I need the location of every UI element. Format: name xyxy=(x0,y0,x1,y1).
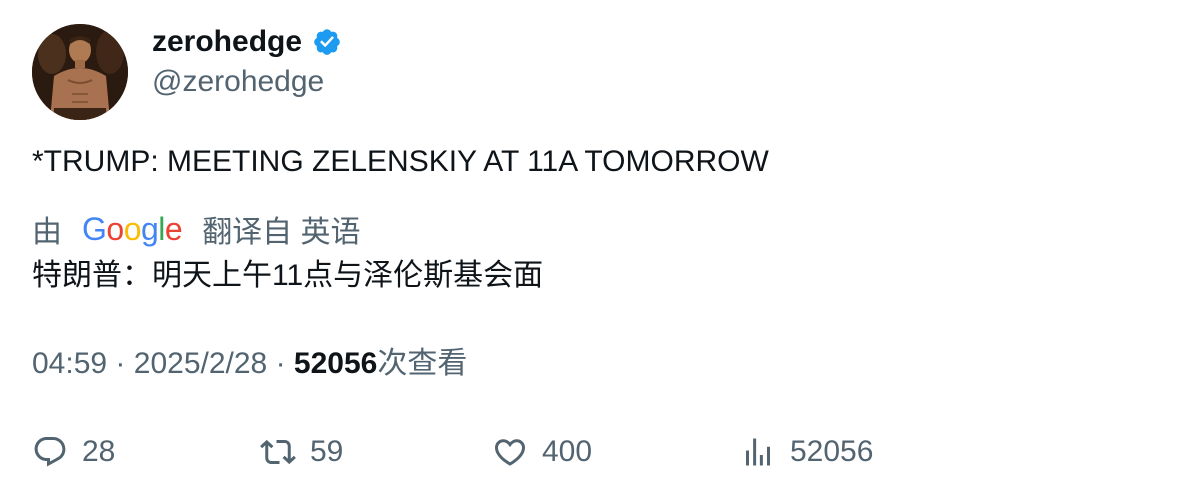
author-display-name-row[interactable]: zerohedge xyxy=(152,22,342,62)
reply-button[interactable]: 28 xyxy=(32,430,115,474)
like-count: 400 xyxy=(542,435,593,468)
tweet-text: *TRUMP: MEETING ZELENSKIY AT 11A TOMORRO… xyxy=(32,145,769,178)
tweet-date[interactable]: 2025/2/28 xyxy=(134,347,267,380)
reply-icon xyxy=(34,437,66,467)
meta-separator: · xyxy=(115,347,126,380)
views-label: 次查看 xyxy=(377,347,468,380)
retweet-button[interactable]: 59 xyxy=(260,430,343,474)
meta-separator: · xyxy=(275,347,286,380)
reply-count: 28 xyxy=(82,435,116,468)
tweet-meta: 04:59 · 2025/2/28 · 52056次查看 xyxy=(32,344,467,384)
author-display-name[interactable]: zerohedge xyxy=(152,22,302,62)
author-handle[interactable]: @zerohedge xyxy=(152,62,324,102)
translated-text: 特朗普：明天上午11点与泽伦斯基会面 xyxy=(32,259,544,292)
translation-prefix: 由 xyxy=(32,216,62,249)
verified-badge-icon xyxy=(312,27,342,57)
translation-attribution[interactable]: 由 Google 翻译自 英语 xyxy=(32,208,361,250)
translation-suffix: 翻译自 英语 xyxy=(202,216,361,249)
views-button[interactable]: 52056 xyxy=(740,430,873,474)
avatar[interactable] xyxy=(32,24,128,120)
like-button[interactable]: 400 xyxy=(492,430,592,474)
retweet-count: 59 xyxy=(310,435,344,468)
google-logo: Google xyxy=(82,210,183,247)
action-bar: 28 59 400 52056 xyxy=(0,430,1196,474)
avatar-image xyxy=(32,24,128,120)
views-action-count: 52056 xyxy=(790,435,874,468)
analytics-icon xyxy=(746,438,770,466)
retweet-icon xyxy=(260,439,296,465)
tweet-time[interactable]: 04:59 xyxy=(32,347,107,380)
views-count: 52056 xyxy=(293,347,378,380)
heart-icon xyxy=(494,439,526,466)
